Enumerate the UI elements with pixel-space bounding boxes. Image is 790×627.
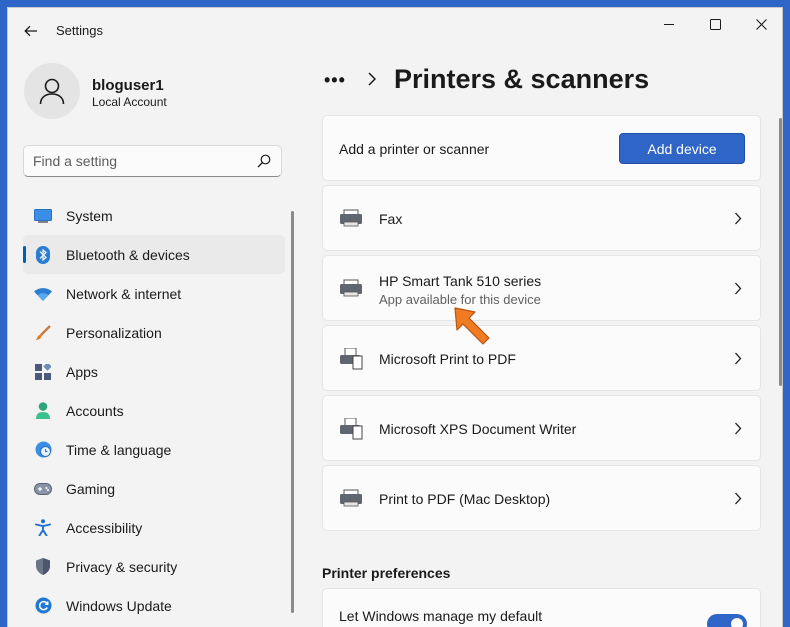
printer-document-icon — [340, 348, 363, 370]
sidebar-item-label: Apps — [66, 363, 98, 380]
sidebar-item-apps[interactable]: Apps — [23, 352, 285, 391]
account-type: Local Account — [92, 95, 167, 109]
device-name: Microsoft XPS Document Writer — [379, 421, 577, 437]
window-title: Settings — [56, 23, 103, 38]
sidebar-item-gaming[interactable]: Gaming — [23, 469, 285, 508]
printer-document-icon — [340, 418, 363, 440]
maximize-button[interactable] — [692, 8, 738, 40]
device-name: Fax — [379, 211, 403, 227]
chevron-right-icon — [735, 212, 742, 225]
sidebar-scrollbar[interactable] — [291, 211, 294, 613]
page-title: Printers & scanners — [394, 64, 650, 94]
chevron-right-icon — [735, 282, 742, 295]
bluetooth-icon — [34, 245, 52, 264]
default-printer-toggle[interactable] — [707, 614, 747, 627]
shield-icon — [34, 558, 52, 576]
sidebar-item-personalization[interactable]: Personalization — [23, 313, 285, 352]
sidebar-item-label: Accessibility — [66, 519, 143, 536]
sidebar-item-windows-update[interactable]: Windows Update — [23, 586, 285, 625]
title-bar: Settings — [8, 8, 782, 52]
sidebar-item-time-language[interactable]: Time & language — [23, 430, 285, 469]
minimize-icon — [664, 24, 674, 25]
sidebar-item-label: Windows Update — [66, 597, 172, 614]
device-row-microsoft-print-to-pdf[interactable]: Microsoft Print to PDF — [322, 325, 761, 391]
chevron-right-icon — [735, 352, 742, 365]
person-icon — [34, 402, 52, 420]
printer-icon — [340, 489, 362, 507]
brush-icon — [34, 324, 52, 342]
apps-icon — [34, 363, 52, 381]
sidebar-item-label: Time & language — [66, 441, 172, 458]
device-row-microsoft-xps-writer[interactable]: Microsoft XPS Document Writer — [322, 395, 761, 461]
sidebar-nav: System Bluetooth & devices Network & int… — [23, 196, 285, 625]
breadcrumb-more-button[interactable]: ••• — [324, 70, 346, 91]
add-device-button[interactable]: Add device — [619, 133, 745, 164]
settings-window: Settings bloguser1 Local Account Find a … — [7, 7, 783, 627]
globe-clock-icon — [34, 441, 52, 459]
add-printer-card: Add a printer or scanner Add device — [322, 115, 761, 181]
sidebar-item-accounts[interactable]: Accounts — [23, 391, 285, 430]
sidebar-item-label: Accounts — [66, 402, 124, 419]
device-row-print-to-pdf-mac[interactable]: Print to PDF (Mac Desktop) — [322, 465, 761, 531]
search-box — [23, 145, 282, 177]
minimize-button[interactable] — [646, 8, 692, 40]
close-button[interactable] — [738, 8, 782, 40]
user-name: bloguser1 — [92, 77, 164, 94]
gamepad-icon — [34, 480, 52, 498]
chevron-right-icon — [735, 492, 742, 505]
close-icon — [755, 18, 767, 30]
search-icon[interactable] — [257, 154, 271, 168]
update-icon — [34, 597, 52, 615]
device-subtitle: App available for this device — [379, 292, 541, 307]
search-input[interactable] — [24, 146, 244, 176]
active-indicator — [23, 246, 26, 263]
printer-icon — [340, 209, 362, 227]
device-name: HP Smart Tank 510 series — [379, 273, 542, 289]
maximize-icon — [709, 18, 721, 30]
device-row-hp-smart-tank[interactable]: HP Smart Tank 510 series App available f… — [322, 255, 761, 321]
device-row-fax[interactable]: Fax — [322, 185, 761, 251]
device-name: Microsoft Print to PDF — [379, 351, 516, 367]
sidebar-item-bluetooth-devices[interactable]: Bluetooth & devices — [23, 235, 285, 274]
back-button[interactable] — [20, 20, 42, 42]
sidebar-item-label: System — [66, 207, 113, 224]
device-name: Print to PDF (Mac Desktop) — [379, 491, 551, 507]
default-printer-card: Let Windows manage my default — [322, 588, 761, 627]
user-icon — [39, 78, 65, 105]
chevron-right-icon — [368, 72, 376, 86]
default-printer-label: Let Windows manage my default — [339, 608, 543, 624]
sidebar-item-network-internet[interactable]: Network & internet — [23, 274, 285, 313]
wifi-icon — [34, 285, 52, 303]
annotation-arrow-icon — [454, 307, 490, 345]
sidebar-item-system[interactable]: System — [23, 196, 285, 235]
sidebar-item-label: Personalization — [66, 324, 162, 341]
chevron-right-icon — [735, 422, 742, 435]
avatar[interactable] — [24, 63, 80, 119]
printer-icon — [340, 279, 362, 297]
add-printer-label: Add a printer or scanner — [339, 141, 490, 157]
monitor-icon — [34, 207, 52, 225]
accessibility-icon — [34, 519, 52, 537]
sidebar-item-label: Network & internet — [66, 285, 182, 302]
sidebar-item-label: Bluetooth & devices — [66, 246, 190, 263]
sidebar-item-accessibility[interactable]: Accessibility — [23, 508, 285, 547]
printer-preferences-heading: Printer preferences — [322, 565, 451, 581]
sidebar-item-label: Gaming — [66, 480, 116, 497]
sidebar-item-privacy-security[interactable]: Privacy & security — [23, 547, 285, 586]
sidebar-item-label: Privacy & security — [66, 558, 178, 575]
back-arrow-icon — [24, 25, 37, 37]
content-scrollbar[interactable] — [779, 118, 782, 386]
